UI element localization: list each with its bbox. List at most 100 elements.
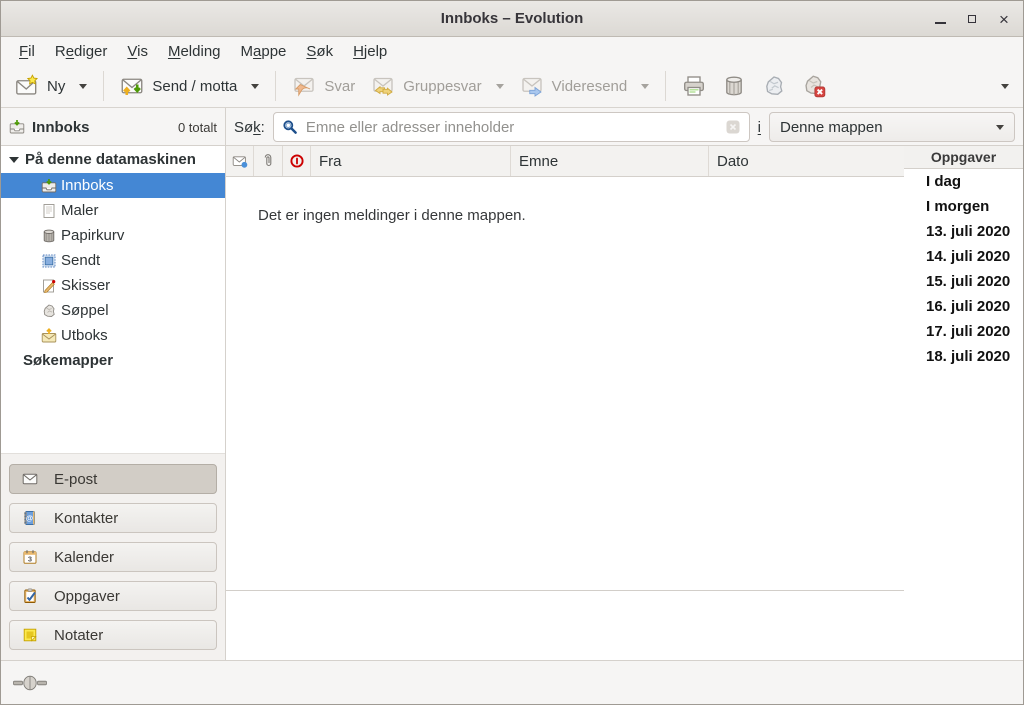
- close-icon: ×: [999, 11, 1009, 28]
- menu-mappe[interactable]: Mappe: [231, 37, 297, 65]
- delete-button[interactable]: [714, 68, 754, 104]
- message-list-pane: Fra Emne Dato Det er ingen meldinger i d…: [226, 146, 904, 660]
- search-scope-dropdown[interactable]: Denne mappen: [769, 112, 1015, 142]
- preview-pane-splitter[interactable]: [226, 590, 904, 591]
- new-mail-icon: [15, 74, 39, 98]
- column-date[interactable]: Dato: [709, 146, 904, 176]
- column-from[interactable]: Fra: [311, 146, 511, 176]
- forward-dropdown-icon: [641, 84, 649, 89]
- new-message-dropdown-icon: [79, 84, 87, 89]
- important-icon: [289, 153, 305, 169]
- forward-button[interactable]: Videresend: [512, 68, 658, 104]
- printer-icon: [682, 74, 706, 98]
- column-read-status[interactable]: [226, 146, 254, 176]
- maximize-button[interactable]: [959, 6, 985, 32]
- folder-tree: På denne datamaskinen Innboks Maler: [1, 146, 225, 373]
- tree-root-search-folders[interactable]: Søkemapper: [1, 348, 225, 373]
- folder-utboks[interactable]: Utboks: [1, 323, 225, 348]
- statusbar: [1, 660, 1023, 704]
- switcher-calendar-button[interactable]: 3 Kalender: [9, 542, 217, 572]
- junk-icon: [762, 74, 786, 98]
- switcher-tasks-button[interactable]: Oppgaver: [9, 581, 217, 611]
- task-group-today[interactable]: I dag: [904, 169, 1023, 194]
- svg-text:3: 3: [28, 554, 32, 563]
- menu-sok[interactable]: Søk: [296, 37, 343, 65]
- tasks-icon: [22, 588, 38, 604]
- new-message-button[interactable]: Ny: [7, 68, 95, 104]
- minimize-icon: [935, 22, 946, 24]
- junk-icon: [41, 303, 57, 319]
- search-scope-value: Denne mappen: [780, 119, 883, 136]
- sidebar-folder-header: Innboks 0 totalt: [1, 108, 226, 146]
- column-important[interactable]: [283, 146, 311, 176]
- switcher-mail-button[interactable]: E-post: [9, 464, 217, 494]
- tree-root-this-computer[interactable]: På denne datamaskinen: [1, 146, 225, 173]
- send-receive-button[interactable]: Send / motta: [112, 68, 267, 104]
- minimize-button[interactable]: [927, 6, 953, 32]
- menu-hjelp[interactable]: Hjelp: [343, 37, 397, 65]
- close-button[interactable]: ×: [991, 6, 1017, 32]
- task-group-date[interactable]: 18. juli 2020: [904, 344, 1023, 369]
- folder-papirkurv[interactable]: Papirkurv: [1, 223, 225, 248]
- not-junk-icon: [802, 74, 826, 98]
- menu-fil[interactable]: Fil: [9, 37, 45, 65]
- inbox-icon: [41, 178, 57, 194]
- search-zone: Søk: i Denne mappen: [226, 108, 1023, 146]
- search-icon: [282, 119, 298, 135]
- toolbar-separator: [275, 71, 276, 101]
- search-input[interactable]: [306, 119, 717, 136]
- evolution-window: Innboks – Evolution × Fil Rediger Vis Me…: [0, 0, 1024, 705]
- folder-soppel[interactable]: Søppel: [1, 298, 225, 323]
- tasks-panel-header: Oppgaver: [904, 146, 1023, 169]
- task-group-date[interactable]: 15. juli 2020: [904, 269, 1023, 294]
- online-status-plug-icon[interactable]: [13, 675, 47, 691]
- folder-skisser[interactable]: Skisser: [1, 273, 225, 298]
- task-group-date[interactable]: 13. juli 2020: [904, 219, 1023, 244]
- mail-icon: [22, 471, 38, 487]
- expander-icon[interactable]: [9, 157, 19, 163]
- forward-icon: [520, 74, 544, 98]
- templates-icon: [41, 203, 57, 219]
- toolbar-overflow-button[interactable]: [987, 78, 1017, 95]
- group-reply-button[interactable]: Gruppesvar: [363, 68, 511, 104]
- switcher-memos-button[interactable]: Notater: [9, 620, 217, 650]
- menu-vis[interactable]: Vis: [117, 37, 158, 65]
- menubar: Fil Rediger Vis Melding Mappe Søk Hjelp: [1, 37, 1023, 65]
- empty-folder-message: Det er ingen meldinger i denne mappen.: [258, 207, 904, 224]
- clear-search-icon[interactable]: [725, 119, 741, 135]
- reply-label: Svar: [324, 78, 355, 95]
- toolbar: Ny Send / motta Svar: [1, 65, 1023, 108]
- drafts-icon: [41, 278, 57, 294]
- menu-melding[interactable]: Melding: [158, 37, 231, 65]
- column-attachment[interactable]: [254, 146, 283, 176]
- task-group-date[interactable]: 16. juli 2020: [904, 294, 1023, 319]
- reply-button[interactable]: Svar: [284, 68, 363, 104]
- current-folder-name: Innboks: [32, 119, 90, 136]
- window-title: Innboks – Evolution: [441, 10, 584, 27]
- outbox-icon: [41, 328, 57, 344]
- task-group-date[interactable]: 14. juli 2020: [904, 244, 1023, 269]
- menu-rediger[interactable]: Rediger: [45, 37, 118, 65]
- contacts-icon: @: [22, 510, 38, 526]
- window-controls: ×: [927, 1, 1017, 37]
- folder-sendt[interactable]: Sendt: [1, 248, 225, 273]
- folder-maler[interactable]: Maler: [1, 198, 225, 223]
- toolbar-separator: [665, 71, 666, 101]
- folder-innboks[interactable]: Innboks: [1, 173, 225, 198]
- switcher-contacts-button[interactable]: @ Kontakter: [9, 503, 217, 533]
- not-junk-button[interactable]: [794, 68, 834, 104]
- inbox-icon: [9, 119, 25, 135]
- group-reply-dropdown-icon: [496, 84, 504, 89]
- tasks-panel: Oppgaver I dag I morgen 13. juli 2020 14…: [904, 146, 1023, 660]
- message-status-icon: [232, 153, 248, 169]
- toolbar-overflow-icon: [1001, 84, 1009, 89]
- send-receive-icon: [120, 74, 144, 98]
- column-subject[interactable]: Emne: [511, 146, 709, 176]
- task-group-tomorrow[interactable]: I morgen: [904, 194, 1023, 219]
- task-group-date[interactable]: 17. juli 2020: [904, 319, 1023, 344]
- group-reply-icon: [371, 74, 395, 98]
- trash-icon: [722, 74, 746, 98]
- forward-label: Videresend: [552, 78, 628, 95]
- junk-button[interactable]: [754, 68, 794, 104]
- print-button[interactable]: [674, 68, 714, 104]
